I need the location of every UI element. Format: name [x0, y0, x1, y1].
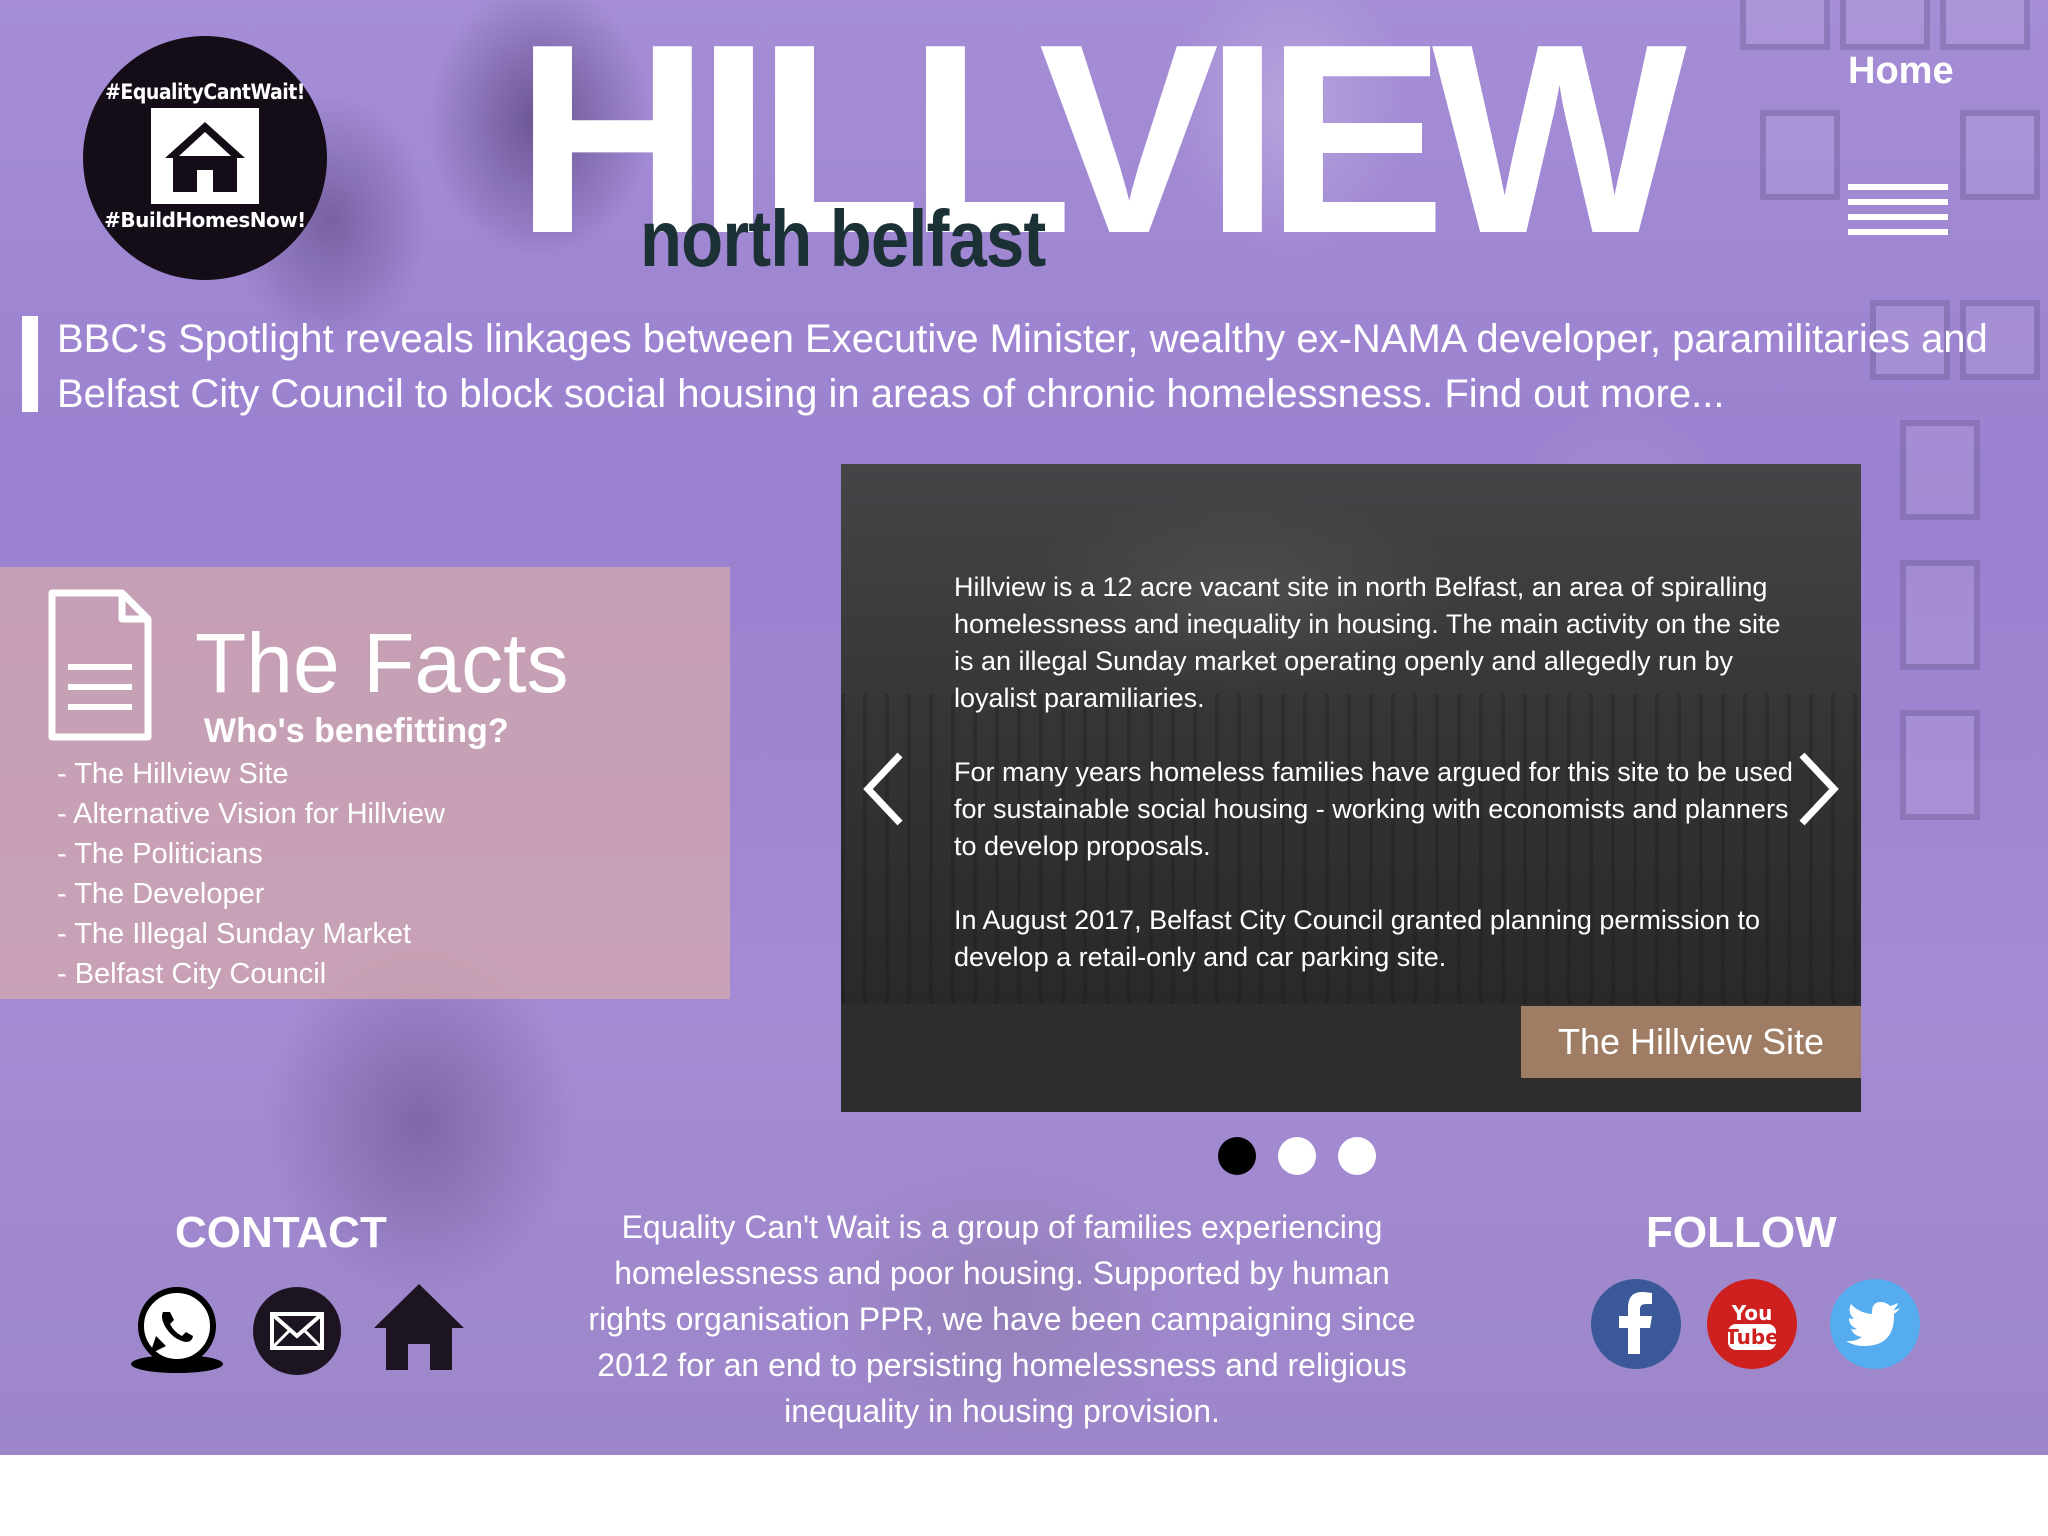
logo-tag-top: #EqualityCantWait!	[105, 80, 305, 104]
facts-link[interactable]: - The Politicians	[57, 834, 445, 874]
background-window	[1940, 0, 2030, 50]
facts-link[interactable]: - Belfast City Council	[57, 954, 445, 994]
facts-link-list: - The Hillview Site - Alternative Vision…	[57, 754, 445, 994]
svg-text:Tube: Tube	[1725, 1325, 1779, 1349]
facts-title: The Facts	[195, 616, 569, 710]
background-window	[1840, 0, 1930, 50]
announcement-link[interactable]: BBC's Spotlight reveals linkages between…	[57, 312, 2017, 422]
background-window	[1900, 560, 1980, 670]
background-window	[1960, 110, 2040, 200]
email-icon[interactable]	[252, 1286, 342, 1376]
facts-subtitle: Who's benefitting?	[204, 712, 509, 750]
image-slider[interactable]: Hillview is a 12 acre vacant site in nor…	[841, 464, 1861, 1112]
facts-link[interactable]: - The Developer	[57, 874, 445, 914]
whatsapp-icon[interactable]	[130, 1284, 224, 1374]
slide-paragraph: For many years homeless families have ar…	[954, 757, 1793, 861]
background-window	[1900, 420, 1980, 520]
slide-paragraph: In August 2017, Belfast City Council gra…	[954, 905, 1760, 972]
facts-link[interactable]: - The Illegal Sunday Market	[57, 914, 445, 954]
hamburger-line	[1848, 214, 1948, 220]
youtube-icon[interactable]: You Tube	[1706, 1278, 1798, 1370]
chevron-left-icon[interactable]	[856, 749, 916, 829]
announcement-accent-bar	[22, 316, 38, 412]
slide-paragraph: Hillview is a 12 acre vacant site in nor…	[954, 572, 1781, 713]
background-window	[1740, 0, 1830, 50]
slider-dot[interactable]	[1278, 1137, 1316, 1175]
facts-link[interactable]: - The Hillview Site	[57, 754, 445, 794]
slider-dot-active[interactable]	[1218, 1137, 1256, 1175]
home-icon[interactable]	[372, 1282, 466, 1372]
follow-heading: FOLLOW	[1646, 1208, 1837, 1257]
contact-heading: CONTACT	[175, 1208, 387, 1257]
menu-hamburger-icon[interactable]	[1848, 184, 1948, 236]
facts-link[interactable]: - Alternative Vision for Hillview	[57, 794, 445, 834]
svg-text:You: You	[1731, 1301, 1773, 1325]
document-icon	[48, 589, 152, 741]
chevron-right-icon[interactable]	[1786, 749, 1846, 829]
hamburger-line	[1848, 199, 1948, 205]
nav-home-link[interactable]: Home	[1848, 50, 1954, 93]
hamburger-line	[1848, 229, 1948, 235]
facebook-icon[interactable]	[1590, 1278, 1682, 1370]
logo-tag-bottom: #BuildHomesNow!	[104, 208, 306, 232]
logo-house-icon	[151, 108, 259, 204]
hero-background: #EqualityCantWait! #BuildHomesNow! HILLV…	[0, 0, 2048, 1455]
hamburger-line	[1848, 184, 1948, 190]
about-text: Equality Can't Wait is a group of famili…	[588, 1209, 1416, 1429]
slide-text: Hillview is a 12 acre vacant site in nor…	[954, 569, 1804, 1013]
slider-dot[interactable]	[1338, 1137, 1376, 1175]
twitter-icon[interactable]	[1828, 1278, 1922, 1370]
campaign-logo[interactable]: #EqualityCantWait! #BuildHomesNow!	[83, 36, 327, 280]
slide-caption-link[interactable]: The Hillview Site	[1521, 1006, 1861, 1078]
background-window	[1760, 110, 1840, 200]
site-subtitle: north belfast	[640, 194, 1046, 283]
background-window	[1900, 710, 1980, 820]
